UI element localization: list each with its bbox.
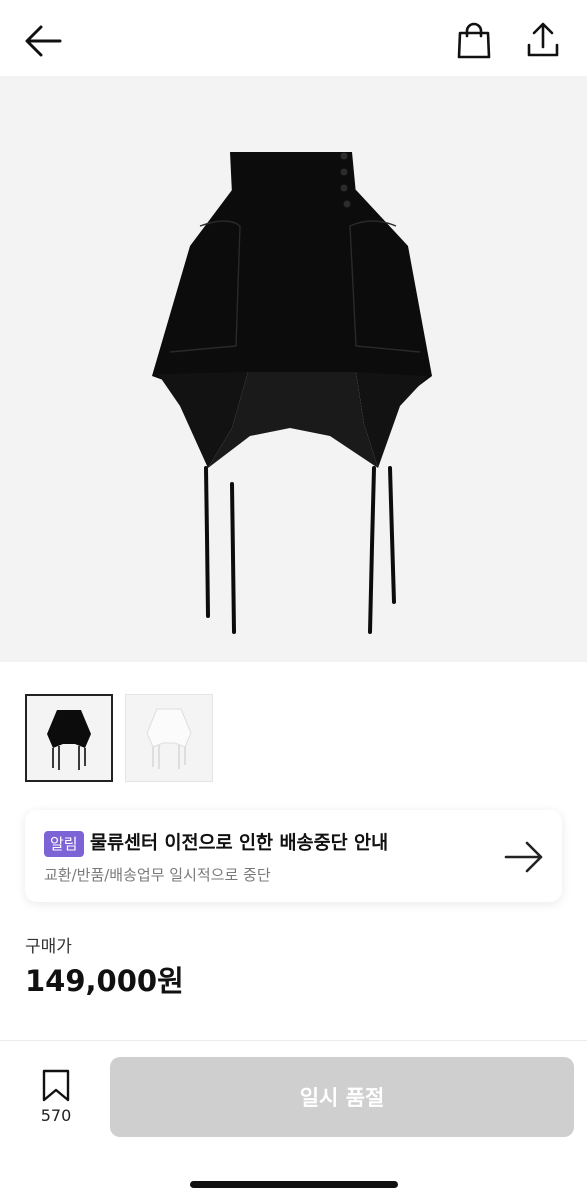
thumbnail-list	[0, 694, 587, 782]
price-label: 구매가	[25, 937, 72, 957]
shopping-bag-icon[interactable]	[456, 22, 492, 60]
arrow-right-icon[interactable]	[503, 839, 545, 875]
bookmark-count: 570	[40, 1106, 72, 1125]
price-value: 149,000원	[25, 964, 184, 998]
arrow-left-icon[interactable]	[22, 22, 64, 60]
bookmark-icon	[42, 1069, 70, 1102]
notice-subtitle: 교환/반품/배송업무 일시적으로 중단	[44, 866, 271, 884]
bookmark-button[interactable]: 570	[20, 1069, 92, 1129]
notice-title: 물류센터 이전으로 인한 배송중단 안내	[90, 833, 389, 854]
skirt-black-image	[152, 152, 432, 634]
thumbnail-white[interactable]	[125, 694, 213, 782]
skirt-thumbnail-black-image	[47, 710, 91, 770]
top-navigation-bar	[0, 0, 587, 76]
skirt-thumbnail-white-image	[146, 708, 192, 769]
notice-badge: 알림	[44, 831, 84, 857]
thumbnail-black[interactable]	[25, 694, 113, 782]
home-indicator	[190, 1181, 398, 1188]
share-upload-icon[interactable]	[524, 20, 562, 60]
shipping-notice-banner[interactable]: 알림 물류센터 이전으로 인한 배송중단 안내 교환/반품/배송업무 일시적으로…	[25, 810, 562, 902]
product-main-image[interactable]	[0, 76, 587, 662]
sold-out-button[interactable]: 일시 품절	[110, 1057, 574, 1137]
bottom-action-bar: 570 일시 품절	[0, 1040, 587, 1200]
